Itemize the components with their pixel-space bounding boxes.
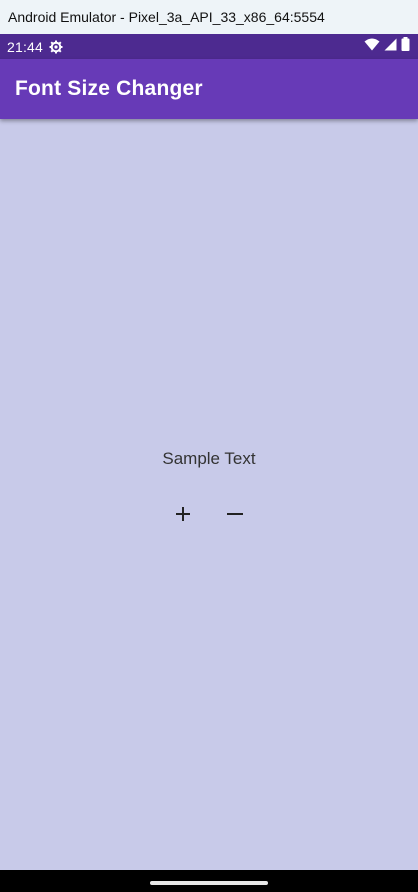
increase-font-button[interactable] (168, 501, 198, 531)
plus-icon (175, 506, 191, 527)
home-gesture-handle[interactable] (150, 881, 268, 885)
app-bar: Font Size Changer (0, 59, 418, 119)
status-time: 21:44 (7, 38, 44, 55)
wifi-icon (364, 38, 380, 56)
decrease-font-button[interactable] (220, 501, 250, 531)
font-size-controls (0, 501, 418, 531)
minus-icon (226, 506, 244, 527)
app-title: Font Size Changer (15, 77, 203, 100)
status-bar: 21:44 (0, 34, 418, 59)
main-content: Sample Text (0, 119, 418, 870)
sample-text: Sample Text (162, 449, 256, 468)
signal-icon (384, 38, 397, 56)
battery-icon (401, 37, 410, 56)
emulator-window-title: Android Emulator - Pixel_3a_API_33_x86_6… (0, 0, 418, 34)
navigation-bar (0, 870, 418, 892)
settings-gear-icon (49, 40, 63, 54)
